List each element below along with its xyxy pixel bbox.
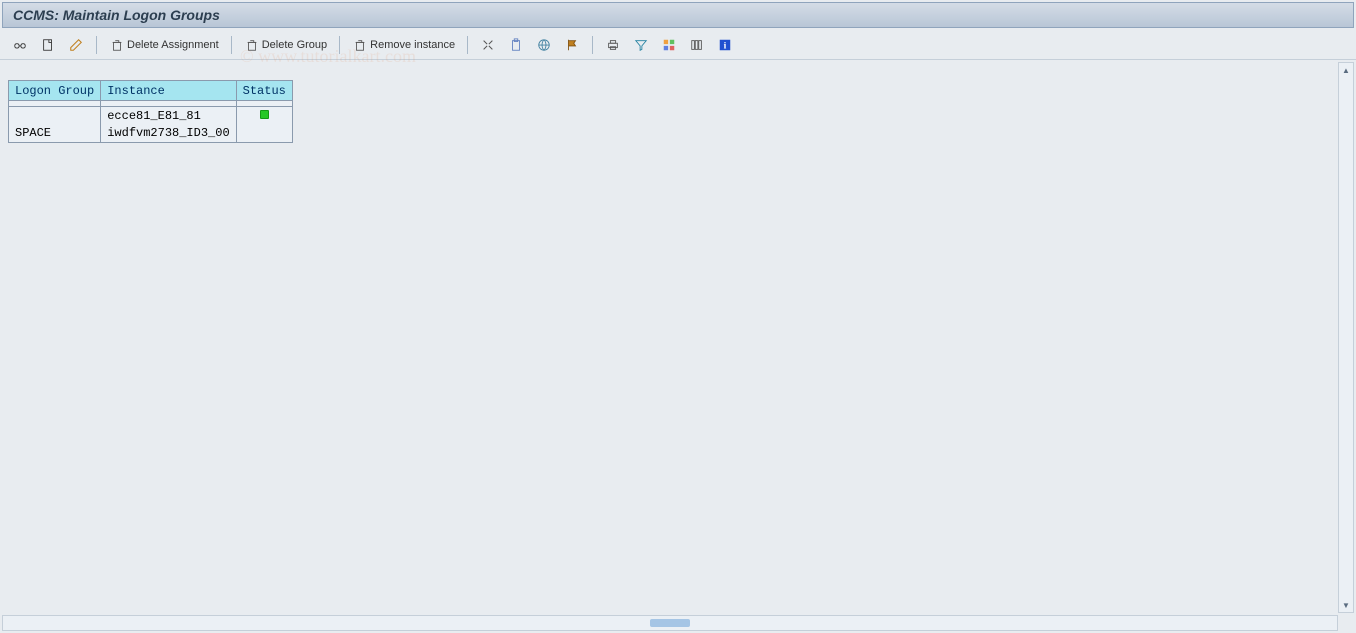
delete-assignment-label: Delete Assignment xyxy=(127,39,219,51)
toolbar-separator xyxy=(231,36,232,54)
globe-icon xyxy=(536,37,552,53)
columns-button[interactable] xyxy=(685,34,709,56)
toolbar: Delete Assignment Delete Group Remove in… xyxy=(0,30,1356,60)
cell-logon-group xyxy=(9,107,101,125)
print-icon xyxy=(605,37,621,53)
remove-instance-button[interactable]: Remove instance xyxy=(348,34,459,56)
tools-icon xyxy=(480,37,496,53)
globe-button[interactable] xyxy=(532,34,556,56)
scroll-thumb[interactable] xyxy=(650,619,690,627)
toolbar-separator xyxy=(339,36,340,54)
print-button[interactable] xyxy=(601,34,625,56)
glasses-icon-button[interactable] xyxy=(8,34,32,56)
filter-button[interactable] xyxy=(629,34,653,56)
cell-logon-group: SPACE xyxy=(9,125,101,143)
status-green-icon xyxy=(260,110,269,119)
page-title: CCMS: Maintain Logon Groups xyxy=(13,7,220,23)
content-area: Logon Group Instance Status ecce81_E81_8… xyxy=(0,60,1356,611)
flag-icon xyxy=(564,37,580,53)
trash-icon xyxy=(352,37,368,53)
horizontal-scrollbar[interactable] xyxy=(2,615,1338,631)
cell-instance: ecce81_E81_81 xyxy=(101,107,236,125)
tools-button[interactable] xyxy=(476,34,500,56)
cell-status xyxy=(236,107,292,125)
scroll-down-icon[interactable]: ▼ xyxy=(1339,598,1353,612)
toolbar-separator xyxy=(96,36,97,54)
trash-icon xyxy=(109,37,125,53)
notes-button[interactable] xyxy=(504,34,528,56)
remove-instance-label: Remove instance xyxy=(370,39,455,51)
info-button[interactable]: i xyxy=(713,34,737,56)
delete-group-button[interactable]: Delete Group xyxy=(240,34,331,56)
clipboard-icon xyxy=(508,37,524,53)
vertical-scrollbar[interactable]: ▲ ▼ xyxy=(1338,62,1354,613)
info-icon: i xyxy=(717,37,733,53)
title-bar: CCMS: Maintain Logon Groups xyxy=(2,2,1354,28)
grid-button[interactable] xyxy=(657,34,681,56)
logon-groups-table: Logon Group Instance Status ecce81_E81_8… xyxy=(8,80,293,143)
trash-icon xyxy=(244,37,260,53)
svg-text:i: i xyxy=(724,40,727,51)
col-logon-group[interactable]: Logon Group xyxy=(9,81,101,101)
delete-group-label: Delete Group xyxy=(262,39,327,51)
create-button[interactable] xyxy=(36,34,60,56)
edit-button[interactable] xyxy=(64,34,88,56)
flag-button[interactable] xyxy=(560,34,584,56)
toolbar-separator xyxy=(592,36,593,54)
cell-status xyxy=(236,125,292,143)
toolbar-separator xyxy=(467,36,468,54)
cell-instance: iwdfvm2738_ID3_00 xyxy=(101,125,236,143)
col-status[interactable]: Status xyxy=(236,81,292,101)
grid-icon xyxy=(661,37,677,53)
table-header-row: Logon Group Instance Status xyxy=(9,81,293,101)
table-row[interactable]: SPACE iwdfvm2738_ID3_00 xyxy=(9,125,293,143)
filter-icon xyxy=(633,37,649,53)
page-icon xyxy=(40,37,56,53)
delete-assignment-button[interactable]: Delete Assignment xyxy=(105,34,223,56)
scroll-up-icon[interactable]: ▲ xyxy=(1339,63,1353,77)
table-row[interactable]: ecce81_E81_81 xyxy=(9,107,293,125)
glasses-icon xyxy=(12,37,28,53)
col-instance[interactable]: Instance xyxy=(101,81,236,101)
pencil-icon xyxy=(68,37,84,53)
columns-icon xyxy=(689,37,705,53)
